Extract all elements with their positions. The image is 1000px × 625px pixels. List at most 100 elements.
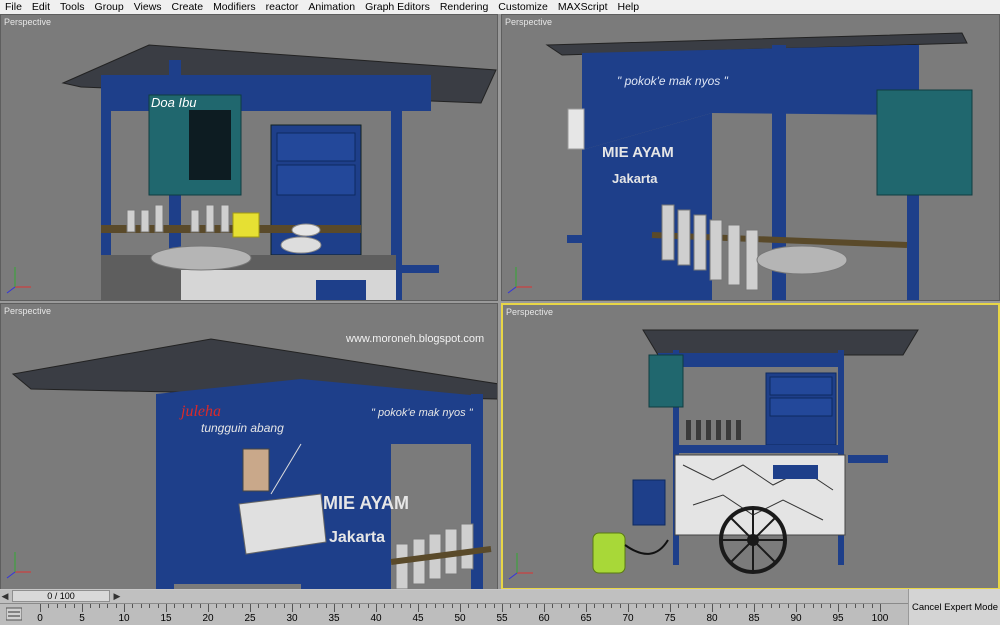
menu-reactor[interactable]: reactor [261, 0, 304, 14]
trackbar-minor-tick [266, 604, 268, 608]
trackbar-tick [712, 604, 713, 612]
viewport-label[interactable]: Perspective [4, 17, 51, 27]
trackbar-minor-tick [762, 604, 764, 608]
trackbar-minor-tick [846, 604, 848, 608]
bottom-panel: ◀ 0 / 100 ▶ 0 5 10 15 20 25 30 35 40 45 50 55 60 65 70… [0, 589, 1000, 625]
trackbar-minor-tick [65, 604, 67, 608]
trackbar-tick-label: 45 [412, 613, 424, 624]
trackbar-tick [460, 604, 461, 612]
viewport-label[interactable]: Perspective [4, 306, 51, 316]
trackbar-minor-tick [98, 604, 100, 608]
trackbar-minor-tick [392, 604, 394, 608]
time-slider-prev-icon[interactable]: ◀ [0, 590, 10, 603]
cart-render-side: " pokok'e mak nyos " MIE AYAM Jakarta [507, 32, 973, 300]
menu-customize[interactable]: Customize [493, 0, 553, 14]
trackbar-minor-tick [241, 604, 243, 608]
mini-curve-editor-icon[interactable] [6, 607, 22, 621]
cart-render-front: Doa Ibu [6, 44, 497, 300]
menu-tools[interactable]: Tools [55, 0, 90, 14]
trackbar-minor-tick [829, 604, 831, 608]
trackbar-tick [376, 604, 377, 612]
trackbar-minor-tick [275, 604, 277, 608]
menu-create[interactable]: Create [167, 0, 209, 14]
cart-render-back: www.moroneh.blogspot.com juleha tungguin… [6, 333, 497, 589]
viewport-bottom-left[interactable]: Perspective www.moroneh.blogspot.com jul… [0, 303, 498, 590]
trackbar-tick-label: 100 [871, 613, 889, 624]
menu-rendering[interactable]: Rendering [435, 0, 493, 14]
trackbar-minor-tick [510, 604, 512, 608]
menu-graph-editors[interactable]: Graph Editors [360, 0, 435, 14]
city-text: Jakarta [329, 529, 385, 546]
trackbar-minor-tick [258, 604, 260, 608]
trackbar-tick-label: 65 [580, 613, 592, 624]
menu-views[interactable]: Views [129, 0, 167, 14]
cancel-expert-mode-button[interactable]: Cancel Expert Mode [908, 589, 1000, 625]
trackbar-tick-label: 15 [160, 613, 172, 624]
trackbar-minor-tick [728, 604, 730, 608]
menu-help[interactable]: Help [613, 0, 645, 14]
trackbar-tick-label: 70 [622, 613, 634, 624]
viewport-label[interactable]: Perspective [506, 307, 553, 317]
menu-animation[interactable]: Animation [303, 0, 360, 14]
trackbar-tick [754, 604, 755, 612]
trackbar-minor-tick [48, 604, 50, 608]
trackbar-tick-label: 55 [496, 613, 508, 624]
trackbar-minor-tick [636, 604, 638, 608]
trackbar-tick-label: 60 [538, 613, 550, 624]
trackbar-minor-tick [745, 604, 747, 608]
trackbar-tick-label: 30 [286, 613, 298, 624]
trackbar-ticks: 0 5 10 15 20 25 30 35 40 45 50 55 60 65 70 75 80 85 90 95 10… [37, 604, 888, 625]
trackbar-minor-tick [300, 604, 302, 608]
menu-edit[interactable]: Edit [27, 0, 55, 14]
menu-maxscript[interactable]: MAXScript [553, 0, 613, 14]
trackbar-tick [418, 604, 419, 612]
trackbar-minor-tick [434, 604, 436, 608]
trackbar-minor-tick [619, 604, 621, 608]
trackbar-minor-tick [686, 604, 688, 608]
trackbar-minor-tick [283, 604, 285, 608]
axis-gizmo [6, 267, 31, 294]
trackbar-tick [502, 604, 503, 612]
viewport-top-right[interactable]: Perspective " pokok'e mak nyos " MIE AYA… [501, 14, 1000, 301]
trackbar-tick [292, 604, 293, 612]
trackbar-tick-label: 25 [244, 613, 256, 624]
doa-ibu-sign: Doa Ibu [151, 95, 197, 110]
trackbar-tick [880, 604, 881, 612]
trackbar-minor-tick [518, 604, 520, 608]
axis-gizmo [508, 553, 533, 580]
trackbar[interactable]: 0 5 10 15 20 25 30 35 40 45 50 55 60 65 70 75 80 85 90 95 10… [0, 604, 908, 625]
trackbar-minor-tick [611, 604, 613, 608]
trackbar-tick-label: 90 [790, 613, 802, 624]
trackbar-minor-tick [770, 604, 772, 608]
trackbar-minor-tick [233, 604, 235, 608]
trackbar-tick-label: 35 [328, 613, 340, 624]
trackbar-minor-tick [468, 604, 470, 608]
menu-group[interactable]: Group [90, 0, 129, 14]
trackbar-minor-tick [569, 604, 571, 608]
trackbar-minor-tick [560, 604, 562, 608]
menu-modifiers[interactable]: Modifiers [208, 0, 261, 14]
trackbar-minor-tick [443, 604, 445, 608]
trackbar-minor-tick [821, 604, 823, 608]
trackbar-minor-tick [577, 604, 579, 608]
trackbar-minor-tick [527, 604, 529, 608]
trackbar-minor-tick [678, 604, 680, 608]
trackbar-tick [628, 604, 629, 612]
time-slider-thumb[interactable]: 0 / 100 [12, 590, 110, 602]
trackbar-minor-tick [535, 604, 537, 608]
time-slider[interactable]: ◀ 0 / 100 ▶ [0, 590, 908, 604]
trackbar-minor-tick [703, 604, 705, 608]
viewport-label[interactable]: Perspective [505, 17, 552, 27]
time-slider-next-icon[interactable]: ▶ [112, 590, 122, 603]
trackbar-minor-tick [493, 604, 495, 608]
viewport-bottom-right-active[interactable]: Perspective [501, 303, 1000, 590]
trackbar-minor-tick [854, 604, 856, 608]
axis-gizmo [507, 267, 532, 294]
trackbar-minor-tick [350, 604, 352, 608]
trackbar-minor-tick [451, 604, 453, 608]
trackbar-minor-tick [107, 604, 109, 608]
trackbar-minor-tick [56, 604, 58, 608]
viewport-top-left[interactable]: Perspective Doa Ibu [0, 14, 498, 301]
menu-file[interactable]: File [0, 0, 27, 14]
trackbar-tick [796, 604, 797, 612]
